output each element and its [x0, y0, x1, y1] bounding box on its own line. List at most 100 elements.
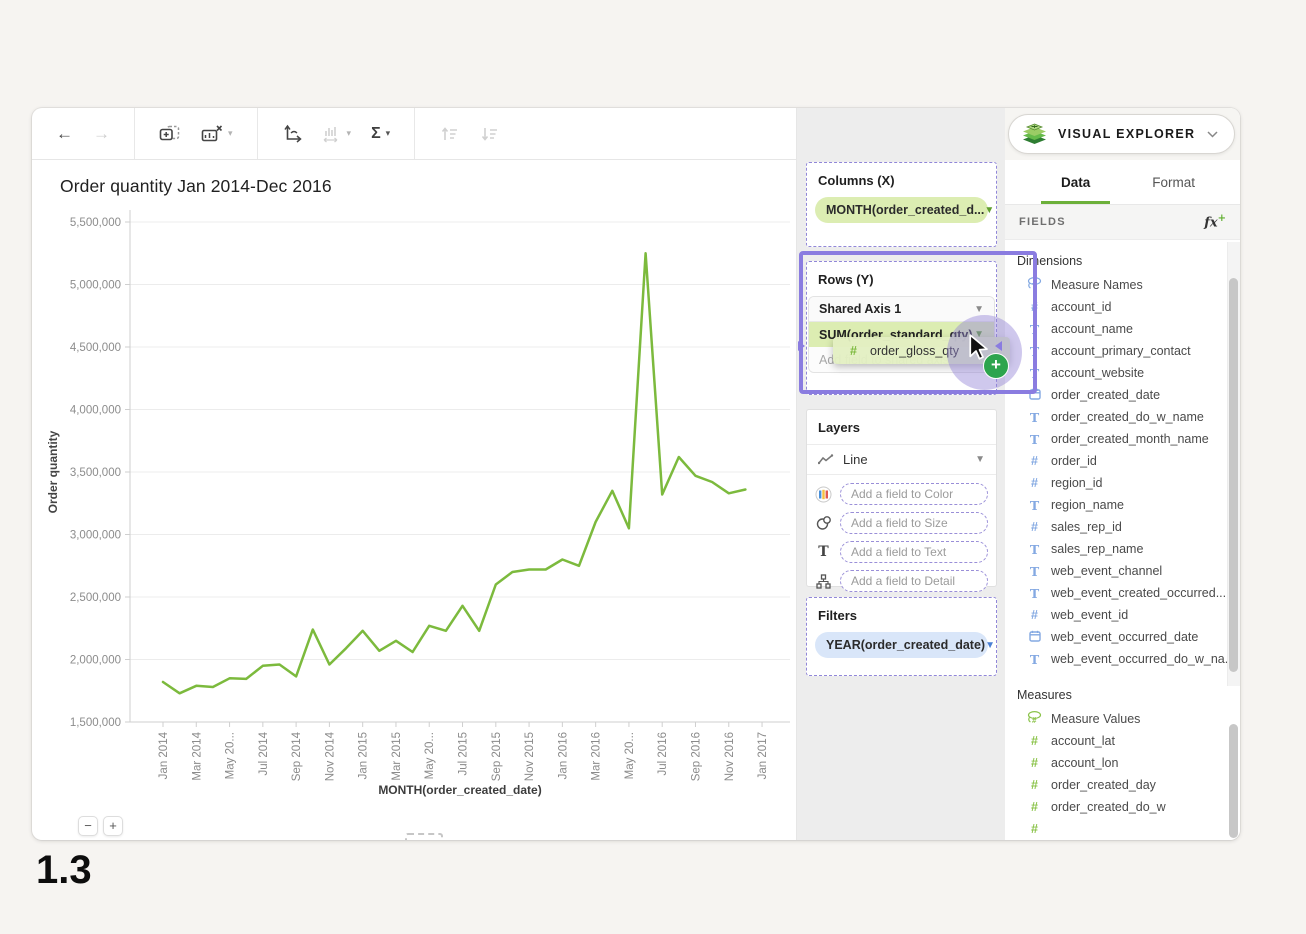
field-item[interactable]: Taccount_website: [1005, 362, 1240, 384]
date-field-icon: [1027, 388, 1042, 403]
field-item[interactable]: #sales_rep_id: [1005, 516, 1240, 538]
visual-explorer-window: ← → ▾: [32, 108, 1240, 840]
aggregate-button[interactable]: Σ ▾: [371, 125, 390, 143]
measures-label: Measures: [1005, 670, 1240, 708]
field-item[interactable]: #region_id: [1005, 472, 1240, 494]
dimensions-list: TMeasure Names#account_idTaccount_nameTa…: [1005, 274, 1240, 670]
chevron-down-icon: ▾: [347, 128, 352, 139]
number-field-icon: #: [846, 344, 861, 358]
size-encoding-icon: [815, 515, 832, 531]
zoom-in-button[interactable]: +: [103, 816, 123, 836]
filter-field-pill[interactable]: YEAR(order_created_date) ▼: [815, 632, 988, 658]
swap-axes-icon: [282, 124, 302, 144]
svg-text:May 20...: May 20...: [225, 732, 237, 779]
measure-values-icon: #: [1027, 710, 1042, 728]
chevron-down-icon: ▼: [974, 304, 984, 315]
date-field-icon: [1027, 630, 1042, 645]
field-item[interactable]: Taccount_name: [1005, 318, 1240, 340]
panel-resize-handle[interactable]: [405, 833, 443, 840]
field-item[interactable]: TMeasure Names: [1005, 274, 1240, 296]
bar-size-icon: [322, 125, 342, 143]
number-field-icon: #: [1027, 822, 1042, 836]
field-item[interactable]: #order_created_day: [1005, 774, 1240, 796]
field-item[interactable]: order_created_date: [1005, 384, 1240, 406]
svg-text:Jul 2015: Jul 2015: [458, 732, 470, 775]
number-field-icon: #: [1027, 300, 1042, 314]
field-item[interactable]: #account_lat: [1005, 730, 1240, 752]
columns-field-pill[interactable]: MONTH(order_created_d... ▼: [815, 197, 988, 223]
field-item[interactable]: #: [1005, 818, 1240, 840]
field-item[interactable]: #account_lon: [1005, 752, 1240, 774]
field-item[interactable]: #web_event_id: [1005, 604, 1240, 626]
tab-data[interactable]: Data: [1061, 160, 1090, 204]
number-field-icon: #: [1027, 520, 1042, 534]
svg-text:2,000,000: 2,000,000: [70, 655, 121, 667]
shared-axis-pill[interactable]: Shared Axis 1 ▼: [809, 297, 994, 322]
field-item[interactable]: web_event_occurred_date: [1005, 626, 1240, 648]
sigma-icon: Σ: [371, 125, 381, 143]
sort-ascending-button[interactable]: [439, 125, 459, 143]
svg-text:Nov 2016: Nov 2016: [724, 732, 736, 781]
chevron-down-icon: [1207, 131, 1218, 138]
measures-list: #Measure Values#account_lat#account_lon#…: [1005, 708, 1240, 840]
color-field-slot[interactable]: Add a field to Color: [840, 483, 988, 505]
bar-size-button[interactable]: ▾: [322, 125, 352, 143]
text-encoding-icon: T: [815, 544, 832, 560]
svg-text:Mar 2015: Mar 2015: [391, 732, 403, 781]
field-item[interactable]: Tregion_name: [1005, 494, 1240, 516]
duplicate-chart-icon: [159, 124, 181, 144]
svg-text:5,500,000: 5,500,000: [70, 217, 121, 229]
field-item[interactable]: Torder_created_do_w_name: [1005, 406, 1240, 428]
swap-axes-button[interactable]: [282, 124, 302, 144]
svg-text:Jan 2015: Jan 2015: [358, 732, 370, 779]
field-item[interactable]: #order_id: [1005, 450, 1240, 472]
field-item[interactable]: Tsales_rep_name: [1005, 538, 1240, 560]
chart-canvas-column: ← → ▾: [32, 108, 797, 840]
field-item[interactable]: Tweb_event_occurred_do_w_na...: [1005, 648, 1240, 670]
fields-header: FIELDS fx+: [1005, 205, 1240, 240]
field-item[interactable]: #account_id: [1005, 296, 1240, 318]
remove-chart-button[interactable]: ▾: [201, 124, 233, 144]
dimensions-scrollbar-thumb[interactable]: [1229, 278, 1238, 672]
measures-scrollbar-thumb[interactable]: [1229, 724, 1238, 838]
sort-descending-button[interactable]: [479, 125, 499, 143]
field-item[interactable]: #order_created_do_w: [1005, 796, 1240, 818]
measure-names-icon: T: [1027, 276, 1042, 294]
columns-shelf: Columns (X) MONTH(order_created_d... ▼: [806, 162, 997, 247]
duplicate-chart-button[interactable]: [159, 124, 181, 144]
sort-descending-icon: [479, 125, 499, 143]
filters-shelf: Filters YEAR(order_created_date) ▼: [806, 597, 997, 676]
field-item[interactable]: Tweb_event_channel: [1005, 560, 1240, 582]
field-item[interactable]: Tweb_event_created_occurred...: [1005, 582, 1240, 604]
text-field-slot[interactable]: Add a field to Text: [840, 541, 988, 563]
dimensions-label: Dimensions: [1005, 240, 1240, 274]
data-format-tabs: Data Format: [1005, 160, 1240, 205]
columns-shelf-title: Columns (X): [807, 163, 996, 197]
layers-title: Layers: [807, 410, 996, 444]
text-field-icon: T: [1027, 366, 1042, 381]
visual-explorer-menu-button[interactable]: VISUAL EXPLORER: [1008, 114, 1235, 154]
field-item[interactable]: Taccount_primary_contact: [1005, 340, 1240, 362]
data-panel: Data Format FIELDS fx+ Dimensions TMeasu…: [1005, 108, 1240, 840]
size-field-slot[interactable]: Add a field to Size: [840, 512, 988, 534]
svg-text:Jul 2016: Jul 2016: [657, 732, 669, 775]
figure-number-label: 1.3: [36, 848, 92, 893]
undo-back-button[interactable]: ←: [56, 124, 73, 144]
number-field-icon: #: [1027, 756, 1042, 770]
mark-type-dropdown[interactable]: Line ▼: [807, 444, 996, 475]
add-calculated-field-button[interactable]: fx+: [1204, 213, 1226, 230]
redo-forward-button[interactable]: →: [93, 124, 110, 144]
text-field-icon: T: [1027, 586, 1042, 601]
tab-format[interactable]: Format: [1152, 160, 1195, 204]
visual-explorer-logo-icon: [1021, 121, 1048, 148]
svg-text:Order quantity: Order quantity: [46, 430, 60, 513]
drop-indicator-left: [798, 341, 805, 351]
svg-text:2,500,000: 2,500,000: [70, 592, 121, 604]
svg-text:Jan 2017: Jan 2017: [757, 732, 769, 779]
svg-text:Sep 2014: Sep 2014: [291, 731, 303, 781]
toolbar: ← → ▾: [32, 108, 796, 160]
zoom-out-button[interactable]: −: [78, 816, 98, 836]
field-item[interactable]: Torder_created_month_name: [1005, 428, 1240, 450]
field-item[interactable]: #Measure Values: [1005, 708, 1240, 730]
detail-field-slot[interactable]: Add a field to Detail: [840, 570, 988, 592]
